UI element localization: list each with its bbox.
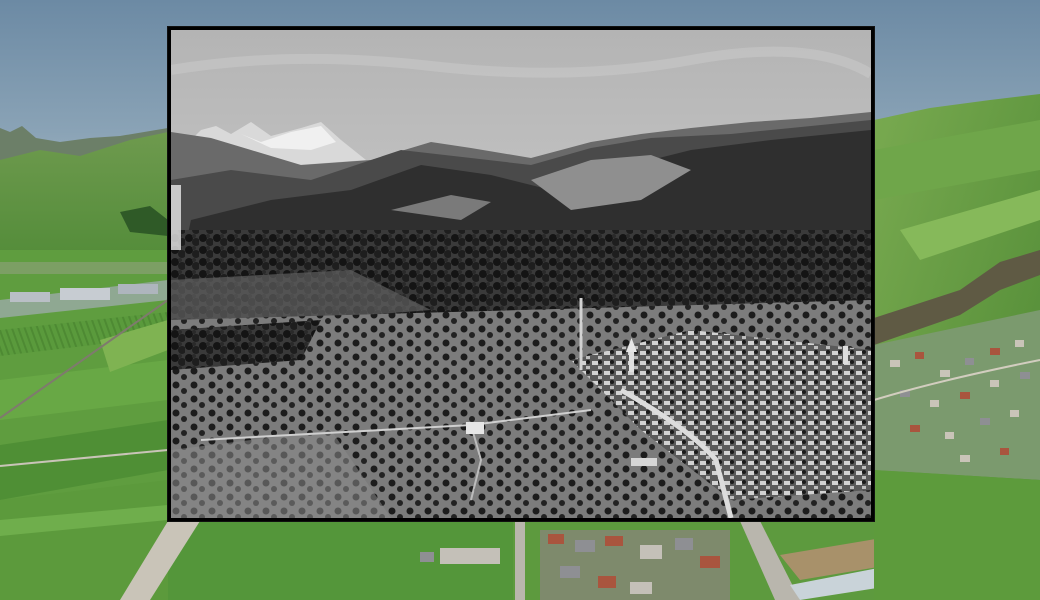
farmhouse xyxy=(466,422,484,434)
church-tower xyxy=(629,350,634,372)
village-road xyxy=(515,521,525,600)
bw-aerial-photo xyxy=(171,30,871,518)
historical-photo xyxy=(171,30,871,518)
historical-photo-overlay[interactable] xyxy=(168,27,874,521)
